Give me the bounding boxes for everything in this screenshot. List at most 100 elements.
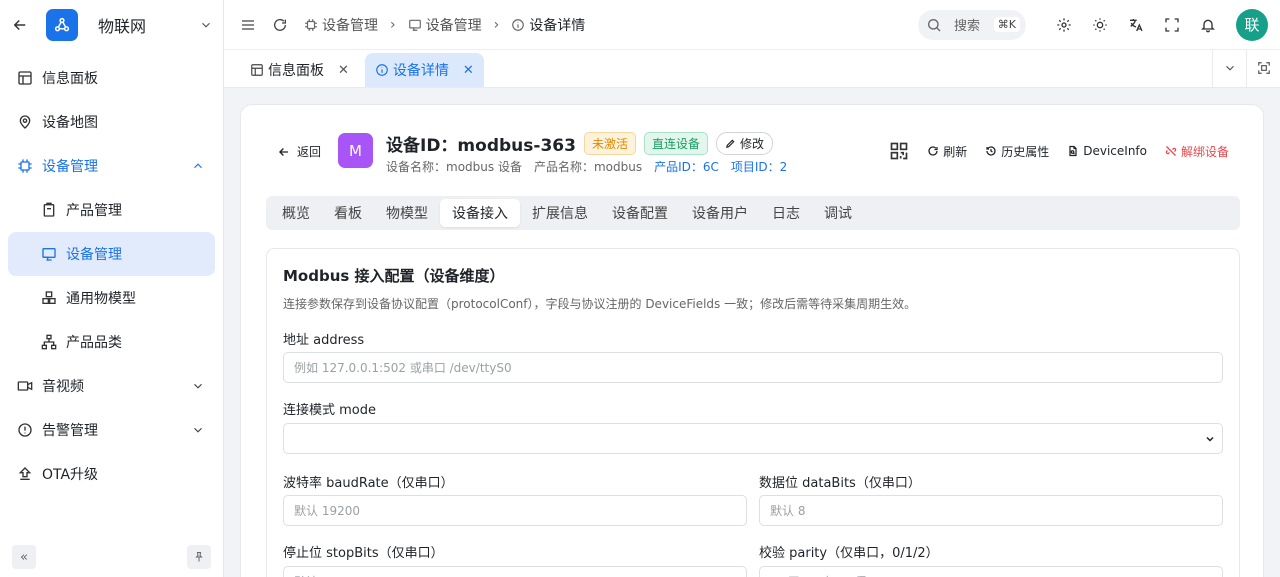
file-search-icon bbox=[1067, 145, 1079, 157]
edit-button[interactable]: 修改 bbox=[715, 132, 773, 155]
parity-input[interactable]: 0=无 1=奇 2=偶 bbox=[759, 566, 1223, 577]
device-actions: 刷新 历史属性 DeviceInfo 解绑设备 bbox=[889, 141, 1229, 161]
breadcrumb-label: 设备管理 bbox=[322, 17, 378, 34]
sidebar-item-label: OTA升级 bbox=[42, 467, 99, 483]
tabbar-actions bbox=[1212, 49, 1280, 87]
back-label: 返回 bbox=[297, 145, 322, 159]
sidebar-item-label: 设备管理 bbox=[42, 159, 98, 175]
breadcrumb-label: 设备管理 bbox=[425, 17, 482, 34]
unbind-button[interactable]: 解绑设备 bbox=[1165, 143, 1229, 160]
sidebar-item-device-management[interactable]: 设备管理 bbox=[8, 144, 215, 188]
databits-label: 数据位 dataBits（仅串口） bbox=[759, 476, 921, 491]
project-id-meta[interactable]: 项目ID：2 bbox=[731, 158, 787, 175]
unbind-label: 解绑设备 bbox=[1180, 144, 1229, 159]
app-logo bbox=[46, 9, 78, 41]
device-title-row: 设备ID：modbus-363 未激活 直连设备 修改 bbox=[386, 131, 773, 156]
tab-logs[interactable]: 日志 bbox=[760, 199, 812, 227]
sidebar-item-label: 通用物模型 bbox=[66, 291, 136, 307]
sun-icon[interactable] bbox=[1082, 17, 1118, 33]
tree-icon bbox=[40, 333, 58, 351]
refresh-icon[interactable] bbox=[272, 17, 288, 33]
tab-device-access[interactable]: 设备接入 bbox=[440, 199, 520, 227]
back-button[interactable]: 返回 bbox=[277, 143, 321, 160]
page-title: 设备ID：modbus-363 bbox=[386, 136, 576, 156]
sidebar-item-product-management[interactable]: 产品管理 bbox=[8, 188, 215, 232]
menu-icon[interactable] bbox=[240, 17, 256, 33]
history-button[interactable]: 历史属性 bbox=[985, 143, 1049, 160]
tab-dashboard[interactable]: 信息面板 ✕ bbox=[240, 53, 359, 87]
tab-label: 设备详情 bbox=[392, 63, 449, 79]
chevron-up-icon bbox=[189, 157, 207, 175]
tab-debug[interactable]: 调试 bbox=[812, 199, 864, 227]
device-detail-card: 返回 M 设备ID：modbus-363 未激活 直连设备 修改 设备名称：mo… bbox=[240, 104, 1264, 577]
chevron-down-icon[interactable] bbox=[1212, 49, 1246, 87]
close-icon[interactable]: ✕ bbox=[463, 63, 474, 78]
deviceinfo-button[interactable]: DeviceInfo bbox=[1067, 144, 1147, 158]
detail-tabs: 概览 看板 物模型 设备接入 扩展信息 设备配置 设备用户 日志 调试 bbox=[266, 196, 1240, 230]
page-tabs: 信息面板 ✕ 设备详情 ✕ bbox=[224, 49, 1280, 88]
arrow-left-icon bbox=[277, 145, 291, 159]
gear-icon[interactable] bbox=[1046, 17, 1082, 33]
close-icon[interactable]: ✕ bbox=[338, 63, 349, 78]
fullscreen-icon[interactable] bbox=[1154, 17, 1190, 33]
mode-select[interactable] bbox=[283, 423, 1223, 454]
address-input[interactable]: 例如 127.0.0.1:502 或串口 /dev/ttyS0 bbox=[283, 352, 1223, 383]
sidebar-item-device-map[interactable]: 设备地图 bbox=[8, 100, 215, 144]
alert-circle-icon bbox=[16, 421, 34, 439]
search-input[interactable]: 搜索 ⌘K bbox=[918, 9, 1026, 40]
tab-device-users[interactable]: 设备用户 bbox=[680, 199, 760, 227]
tab-overview[interactable]: 概览 bbox=[270, 199, 322, 227]
screenshot-icon[interactable] bbox=[1246, 49, 1280, 87]
map-pin-icon bbox=[16, 113, 34, 131]
connection-badge: 直连设备 bbox=[643, 132, 708, 155]
breadcrumb-item[interactable]: 设备管理 bbox=[304, 15, 378, 35]
databits-input[interactable]: 默认 8 bbox=[759, 495, 1223, 526]
edit-label: 修改 bbox=[739, 137, 764, 151]
app-name: 物联网 bbox=[98, 17, 147, 36]
tab-thing-model[interactable]: 物模型 bbox=[374, 199, 440, 227]
search-icon bbox=[926, 17, 942, 33]
sidebar-item-dashboard[interactable]: 信息面板 bbox=[8, 56, 215, 100]
sidebar-item-ota[interactable]: OTA升级 bbox=[8, 452, 215, 496]
upload-icon bbox=[16, 465, 34, 483]
breadcrumb-item[interactable]: 设备管理 bbox=[408, 15, 482, 35]
stopbits-label: 停止位 stopBits（仅串口） bbox=[283, 546, 444, 561]
sidebar-item-thing-model[interactable]: 通用物模型 bbox=[8, 276, 215, 320]
clipboard-icon bbox=[40, 201, 58, 219]
chevron-down-icon bbox=[1204, 433, 1216, 445]
chevron-down-icon bbox=[189, 421, 207, 439]
pin-icon[interactable] bbox=[187, 545, 211, 569]
collapse-sidebar-icon[interactable]: « bbox=[12, 545, 36, 569]
sidebar-item-audio-video[interactable]: 音视频 bbox=[8, 364, 215, 408]
device-name-meta: 设备名称：modbus 设备 bbox=[386, 160, 522, 174]
sidebar-footer: « bbox=[12, 545, 211, 569]
header-actions bbox=[1046, 17, 1226, 33]
parity-label: 校验 parity（仅串口，0/1/2） bbox=[759, 546, 939, 561]
history-label: 历史属性 bbox=[1001, 144, 1050, 159]
translate-icon[interactable] bbox=[1118, 17, 1154, 33]
sidebar-item-product-category[interactable]: 产品品类 bbox=[8, 320, 215, 364]
chevron-down-icon[interactable] bbox=[199, 18, 213, 32]
tab-board[interactable]: 看板 bbox=[322, 199, 374, 227]
tab-device-config[interactable]: 设备配置 bbox=[600, 199, 680, 227]
bell-icon[interactable] bbox=[1190, 17, 1226, 33]
stopbits-input[interactable]: 默认 1 bbox=[283, 566, 747, 577]
breadcrumb-label: 设备详情 bbox=[529, 17, 586, 34]
tab-extended-info[interactable]: 扩展信息 bbox=[520, 199, 600, 227]
form-description: 连接参数保存到设备协议配置（protocolConf），字段与协议注册的 Dev… bbox=[283, 297, 917, 311]
tab-device-detail[interactable]: 设备详情 ✕ bbox=[364, 53, 484, 87]
sidebar-item-device-list[interactable]: 设备管理 bbox=[8, 232, 215, 276]
dashboard-icon bbox=[250, 63, 264, 77]
video-icon bbox=[16, 377, 34, 395]
refresh-button[interactable]: 刷新 bbox=[927, 143, 967, 160]
arrow-left-icon[interactable] bbox=[10, 16, 30, 34]
tab-label: 信息面板 bbox=[268, 63, 324, 79]
product-id-meta[interactable]: 产品ID：6C bbox=[654, 158, 719, 175]
avatar[interactable]: 联 bbox=[1236, 8, 1268, 41]
info-icon bbox=[375, 63, 389, 77]
sidebar-item-alarm[interactable]: 告警管理 bbox=[8, 408, 215, 452]
device-icon bbox=[40, 245, 58, 263]
qrcode-icon[interactable] bbox=[889, 141, 909, 161]
sidebar: 物联网 信息面板 设备地图 设备管理 产品管理 设备管理 通用物模型 产品品类 … bbox=[0, 0, 224, 577]
baudrate-input[interactable]: 默认 19200 bbox=[283, 495, 747, 526]
